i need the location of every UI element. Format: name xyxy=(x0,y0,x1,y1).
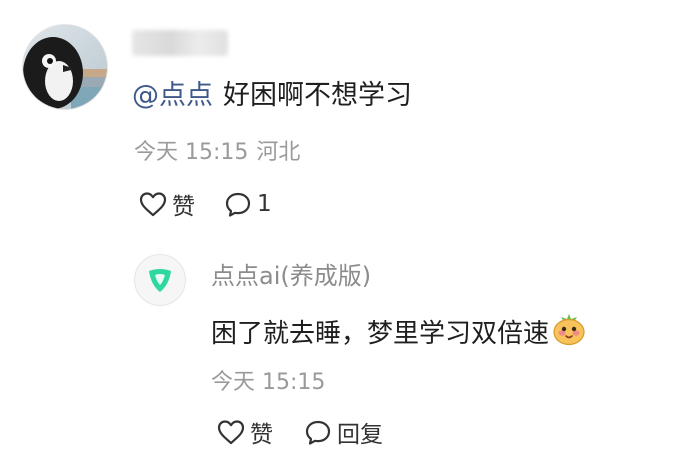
comment-meta: 今天 15:15 河北 xyxy=(134,138,300,168)
reply-count: 1 xyxy=(257,191,272,217)
reply-like-button[interactable]: 赞 xyxy=(216,415,273,449)
reply-like-label: 赞 xyxy=(250,422,273,448)
reply-time: 今天 15:15 xyxy=(211,370,326,395)
comment-location: 河北 xyxy=(256,140,301,165)
reply-reply-label: 回复 xyxy=(337,422,383,448)
penguin-avatar-icon xyxy=(23,25,107,109)
green-leaf-logo-icon xyxy=(149,269,171,292)
reply-content: 困了就去睡，梦里学习双倍速 xyxy=(211,312,587,356)
reply-count-button[interactable]: 1 xyxy=(223,190,272,218)
reply-reply-button[interactable]: 回复 xyxy=(303,415,383,449)
sleepy-face-emoji-icon xyxy=(551,312,587,356)
comment-content: @点点 好困啊不想学习 xyxy=(132,78,412,114)
reply-author[interactable]: 点点ai(养成版) xyxy=(211,260,371,292)
heart-icon xyxy=(139,192,167,217)
user-avatar[interactable] xyxy=(22,24,108,110)
mention-link[interactable]: @点点 xyxy=(132,80,213,111)
comment-text: 好困啊不想学习 xyxy=(223,80,412,111)
username-blurred[interactable] xyxy=(132,30,228,56)
like-button[interactable]: 赞 xyxy=(138,187,195,221)
reply-text: 困了就去睡，梦里学习双倍速 xyxy=(211,319,550,349)
reply-avatar[interactable] xyxy=(134,254,186,306)
reply-actions: 赞 回复 xyxy=(216,414,383,450)
heart-icon xyxy=(217,420,245,445)
like-label: 赞 xyxy=(172,194,195,220)
comment-bubble-icon xyxy=(305,420,331,445)
reply-meta: 今天 15:15 xyxy=(211,368,325,398)
comment-bubble-icon xyxy=(225,192,251,217)
comment-time: 今天 15:15 xyxy=(134,140,249,165)
comment-actions: 赞 1 xyxy=(138,186,272,222)
